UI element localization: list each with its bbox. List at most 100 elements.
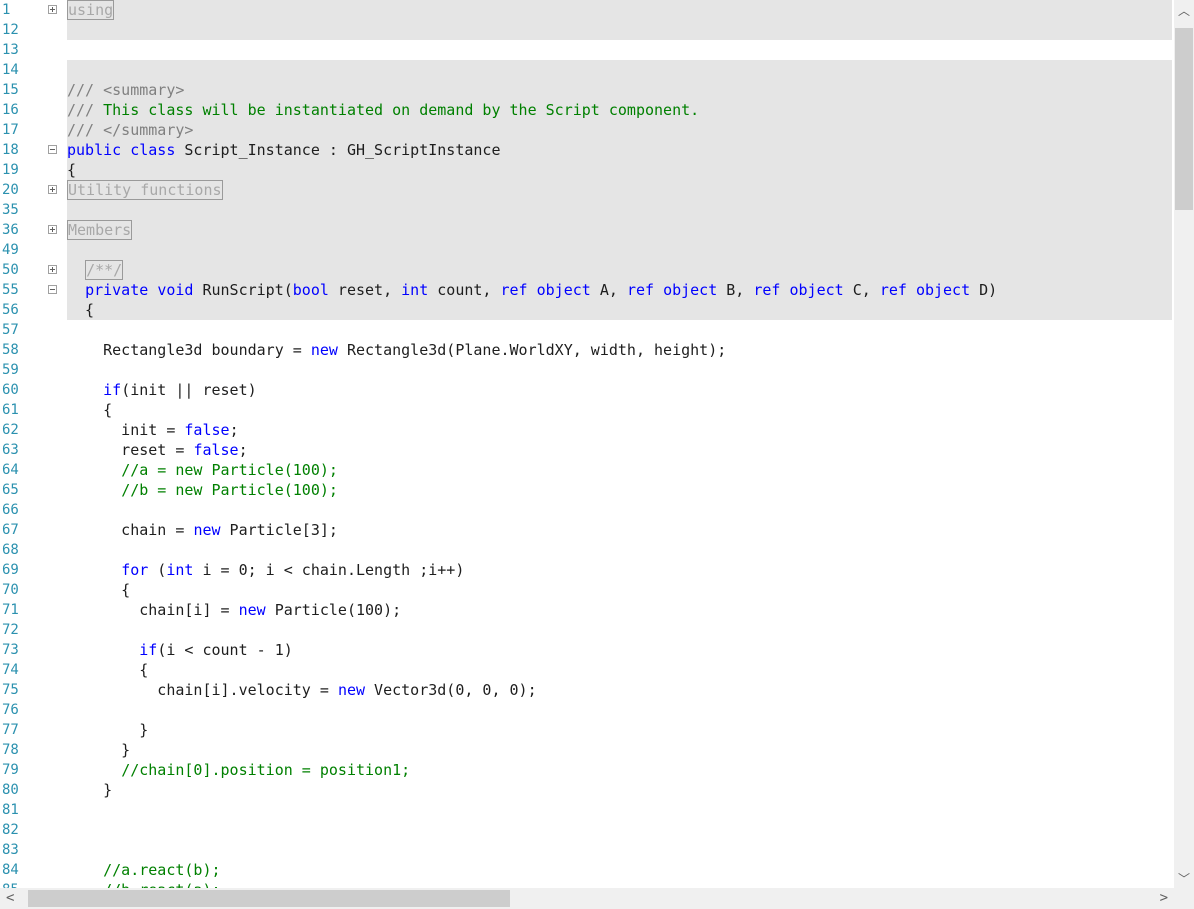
expand-region-icon[interactable] [48,265,57,274]
code-line[interactable]: 63 reset = false; [0,440,1174,460]
region-highlight [67,60,1172,80]
vertical-scrollbar[interactable]: ︿ ﹀ [1174,0,1194,888]
code-token: (i < count - 1) [157,641,293,659]
line-number: 82 [2,822,19,838]
code-line[interactable]: 66 [0,500,1174,520]
keyword-token: false [193,441,239,459]
line-number: 15 [2,82,19,98]
code-line[interactable]: 69 for (int i = 0; i < chain.Length ;i++… [0,560,1174,580]
comment-token: //b.react(a); [103,881,220,888]
code-line[interactable]: 62 init = false; [0,420,1174,440]
code-line[interactable]: 14 [0,60,1174,80]
keyword-token: int [166,561,194,579]
line-number: 83 [2,842,19,858]
line-number: 71 [2,602,19,618]
code-text: /// </summary> [67,120,193,140]
keyword-token: if [139,641,158,659]
horizontal-scroll-thumb[interactable] [28,890,510,907]
code-token: chain[i] = [67,601,239,619]
code-line[interactable]: 55 private void RunScript(bool reset, in… [0,280,1174,300]
line-number: 13 [2,42,19,58]
code-line[interactable]: 75 chain[i].velocity = new Vector3d(0, 0… [0,680,1174,700]
code-line[interactable]: 83 [0,840,1174,860]
code-token: Script_Instance : GH_ScriptInstance [175,141,501,159]
code-line[interactable]: 17 /// </summary> [0,120,1174,140]
code-line[interactable]: 60 if(init || reset) [0,380,1174,400]
code-line[interactable]: 49 [0,240,1174,260]
keyword-token: ref [626,281,655,299]
code-editor[interactable]: 1 using 12 13 14 15 /// <summary> 16 /// This cl… [0,0,1174,888]
code-line[interactable]: 36 Members [0,220,1174,240]
expand-region-icon[interactable] [48,185,57,194]
code-line[interactable]: 59 [0,360,1174,380]
code-line[interactable]: 12 [0,20,1174,40]
line-number: 68 [2,542,19,558]
scroll-right-arrow-icon[interactable]: > [1154,890,1168,906]
code-line[interactable]: 61 { [0,400,1174,420]
keyword-token: void [157,281,194,299]
keyword-token: object [536,281,591,299]
code-line[interactable]: 67 chain = new Particle[3]; [0,520,1174,540]
code-text: //a.react(b); [67,860,220,880]
line-number: 67 [2,522,19,538]
expand-region-icon[interactable] [48,5,57,14]
code-line[interactable]: 79 //chain[0].position = position1; [0,760,1174,780]
code-line[interactable]: 1 using [0,0,1174,20]
code-line[interactable]: 15 /// <summary> [0,80,1174,100]
code-text: } [67,780,112,800]
line-number: 60 [2,382,19,398]
code-line[interactable]: 50 /**/ [0,260,1174,280]
code-line[interactable]: 70 { [0,580,1174,600]
code-line[interactable]: 78 } [0,740,1174,760]
code-line[interactable]: 76 [0,700,1174,720]
collapsed-region-label[interactable]: /**/ [85,260,124,280]
keyword-token: object [789,281,844,299]
code-line[interactable]: 20 Utility functions [0,180,1174,200]
scrollbar-corner [1174,888,1194,909]
collapsed-region-label[interactable]: using [67,0,115,20]
line-number: 49 [2,242,19,258]
line-number: 72 [2,622,19,638]
code-line[interactable]: 81 [0,800,1174,820]
code-line[interactable]: 58 Rectangle3d boundary = new Rectangle3… [0,340,1174,360]
collapsed-region-label[interactable]: Utility functions [67,180,223,200]
code-line[interactable]: 68 [0,540,1174,560]
code-line[interactable]: 80 } [0,780,1174,800]
horizontal-scrollbar[interactable]: < > [0,888,1174,909]
keyword-token: object [663,281,718,299]
collapse-region-icon[interactable] [48,145,57,154]
scroll-down-arrow-icon[interactable]: ﹀ [1174,870,1194,886]
code-line[interactable]: 64 //a = new Particle(100); [0,460,1174,480]
code-line[interactable]: 56 { [0,300,1174,320]
code-line[interactable]: 84 //a.react(b); [0,860,1174,880]
code-line[interactable]: 13 [0,40,1174,60]
keyword-token: bool [292,281,329,299]
code-text: //b = new Particle(100); [67,480,338,500]
code-line[interactable]: 85 //b.react(a); [0,880,1174,888]
code-line[interactable]: 74 { [0,660,1174,680]
region-highlight [67,0,1172,20]
code-token: Rectangle3d boundary = [67,341,311,359]
code-line[interactable]: 72 [0,620,1174,640]
code-line[interactable]: 82 [0,820,1174,840]
line-number: 16 [2,102,19,118]
code-line[interactable]: 16 /// This class will be instantiated on… [0,100,1174,120]
code-line[interactable]: 73 if(i < count - 1) [0,640,1174,660]
code-line[interactable]: 18 public class Script_Instance : GH_Scri… [0,140,1174,160]
code-line[interactable]: 19 { [0,160,1174,180]
vertical-scroll-thumb[interactable] [1175,28,1193,210]
scroll-left-arrow-icon[interactable]: < [6,890,20,906]
collapsed-region-label[interactable]: Members [67,220,133,240]
collapse-region-icon[interactable] [48,285,57,294]
code-line[interactable]: 65 //b = new Particle(100); [0,480,1174,500]
expand-region-icon[interactable] [48,225,57,234]
code-line[interactable]: 35 [0,200,1174,220]
comment-token: //b = new Particle(100); [121,481,338,499]
code-line[interactable]: 71 chain[i] = new Particle(100); [0,600,1174,620]
code-line[interactable]: 57 [0,320,1174,340]
scroll-up-arrow-icon[interactable]: ︿ [1174,2,1194,18]
keyword-token: false [184,421,230,439]
code-line[interactable]: 77 } [0,720,1174,740]
